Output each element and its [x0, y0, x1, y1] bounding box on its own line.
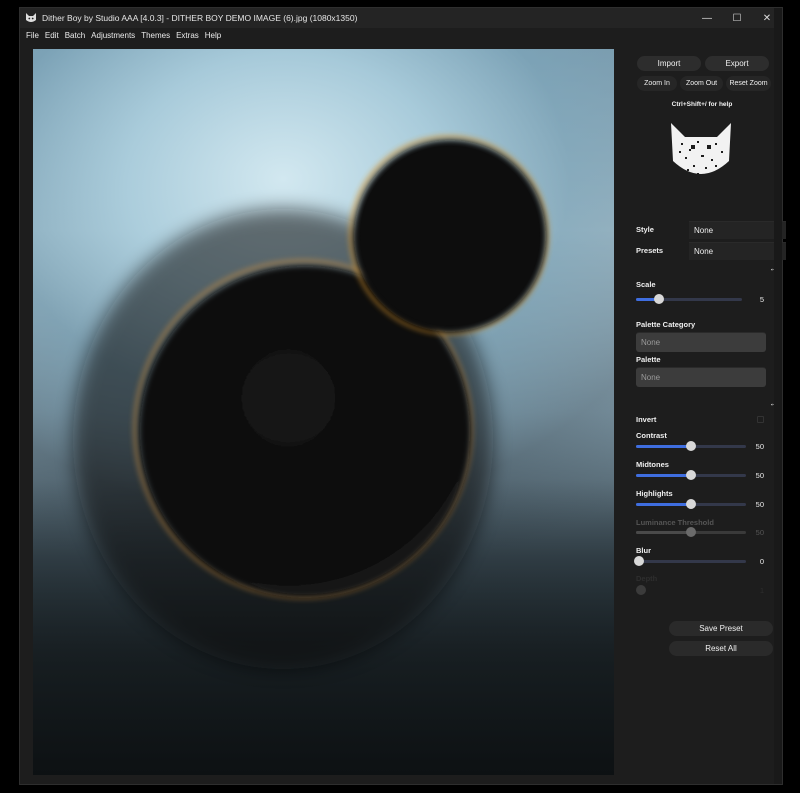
luminance-threshold-slider[interactable]	[636, 526, 746, 538]
contrast-slider[interactable]	[636, 440, 746, 452]
invert-label: Invert	[636, 415, 657, 424]
reset-all-button[interactable]: Reset All	[669, 641, 773, 656]
menu-batch[interactable]: Batch	[65, 31, 85, 40]
window-controls: — ☐ ✕	[692, 8, 782, 28]
palette-category-label: Palette Category	[636, 320, 696, 329]
preview-image	[33, 135, 614, 775]
app-window: Dither Boy by Studio AAA [4.0.3] - DITHE…	[19, 7, 786, 785]
midtones-value: 50	[755, 471, 764, 480]
menu-adjustments[interactable]: Adjustments	[91, 31, 135, 40]
scale-slider[interactable]	[636, 293, 742, 305]
help-hint: Ctrl+Shift+/ for help	[671, 101, 733, 108]
menu-file[interactable]: File	[26, 31, 39, 40]
blur-value: 0	[759, 557, 764, 566]
panel-scrollbar[interactable]	[774, 8, 782, 784]
image-canvas[interactable]	[33, 49, 614, 775]
zoom-in-button[interactable]: Zoom In	[637, 76, 677, 91]
midtones-label: Midtones	[636, 460, 669, 469]
menu-bar: File Edit Batch Adjustments Themes Extra…	[20, 28, 782, 42]
style-label: Style	[636, 225, 654, 234]
menu-help[interactable]: Help	[205, 31, 221, 40]
minimize-button[interactable]: —	[692, 8, 722, 28]
zoom-out-button[interactable]: Zoom Out	[680, 76, 723, 91]
highlights-value: 50	[755, 500, 764, 509]
presets-select[interactable]: None	[689, 242, 786, 260]
save-preset-button[interactable]: Save Preset	[669, 621, 773, 636]
presets-label: Presets	[636, 246, 664, 255]
luminance-threshold-value: 50	[755, 528, 764, 537]
hidden-option-knob	[636, 585, 646, 595]
invert-checkbox[interactable]	[757, 416, 764, 423]
scale-value: 5	[759, 295, 764, 304]
scale-label: Scale	[636, 280, 656, 289]
cat-icon	[26, 13, 36, 22]
blur-label: Blur	[636, 546, 651, 555]
title-bar: Dither Boy by Studio AAA [4.0.3] - DITHE…	[20, 8, 782, 28]
export-button[interactable]: Export	[705, 56, 769, 71]
hidden-option-label: Depth	[636, 574, 658, 583]
blur-slider[interactable]	[634, 555, 746, 567]
hidden-option-value: 1	[759, 586, 764, 595]
contrast-label: Contrast	[636, 431, 667, 440]
menu-extras[interactable]: Extras	[176, 31, 199, 40]
midtones-slider[interactable]	[636, 469, 746, 481]
palette-category-select[interactable]: None	[636, 332, 766, 352]
cat-logo-icon	[671, 123, 731, 175]
control-panel: Import Export Zoom In Zoom Out Reset Zoo…	[622, 49, 786, 785]
window-title: Dither Boy by Studio AAA [4.0.3] - DITHE…	[42, 13, 358, 23]
import-button[interactable]: Import	[637, 56, 701, 71]
maximize-button[interactable]: ☐	[722, 8, 752, 28]
palette-label: Palette	[636, 355, 661, 364]
menu-edit[interactable]: Edit	[45, 31, 59, 40]
highlights-slider[interactable]	[636, 498, 746, 510]
palette-select[interactable]: None	[636, 367, 766, 387]
contrast-value: 50	[755, 442, 764, 451]
style-select[interactable]: None	[689, 221, 786, 239]
menu-themes[interactable]: Themes	[141, 31, 170, 40]
reset-zoom-button[interactable]: Reset Zoom	[726, 76, 771, 91]
highlights-label: Highlights	[636, 489, 673, 498]
